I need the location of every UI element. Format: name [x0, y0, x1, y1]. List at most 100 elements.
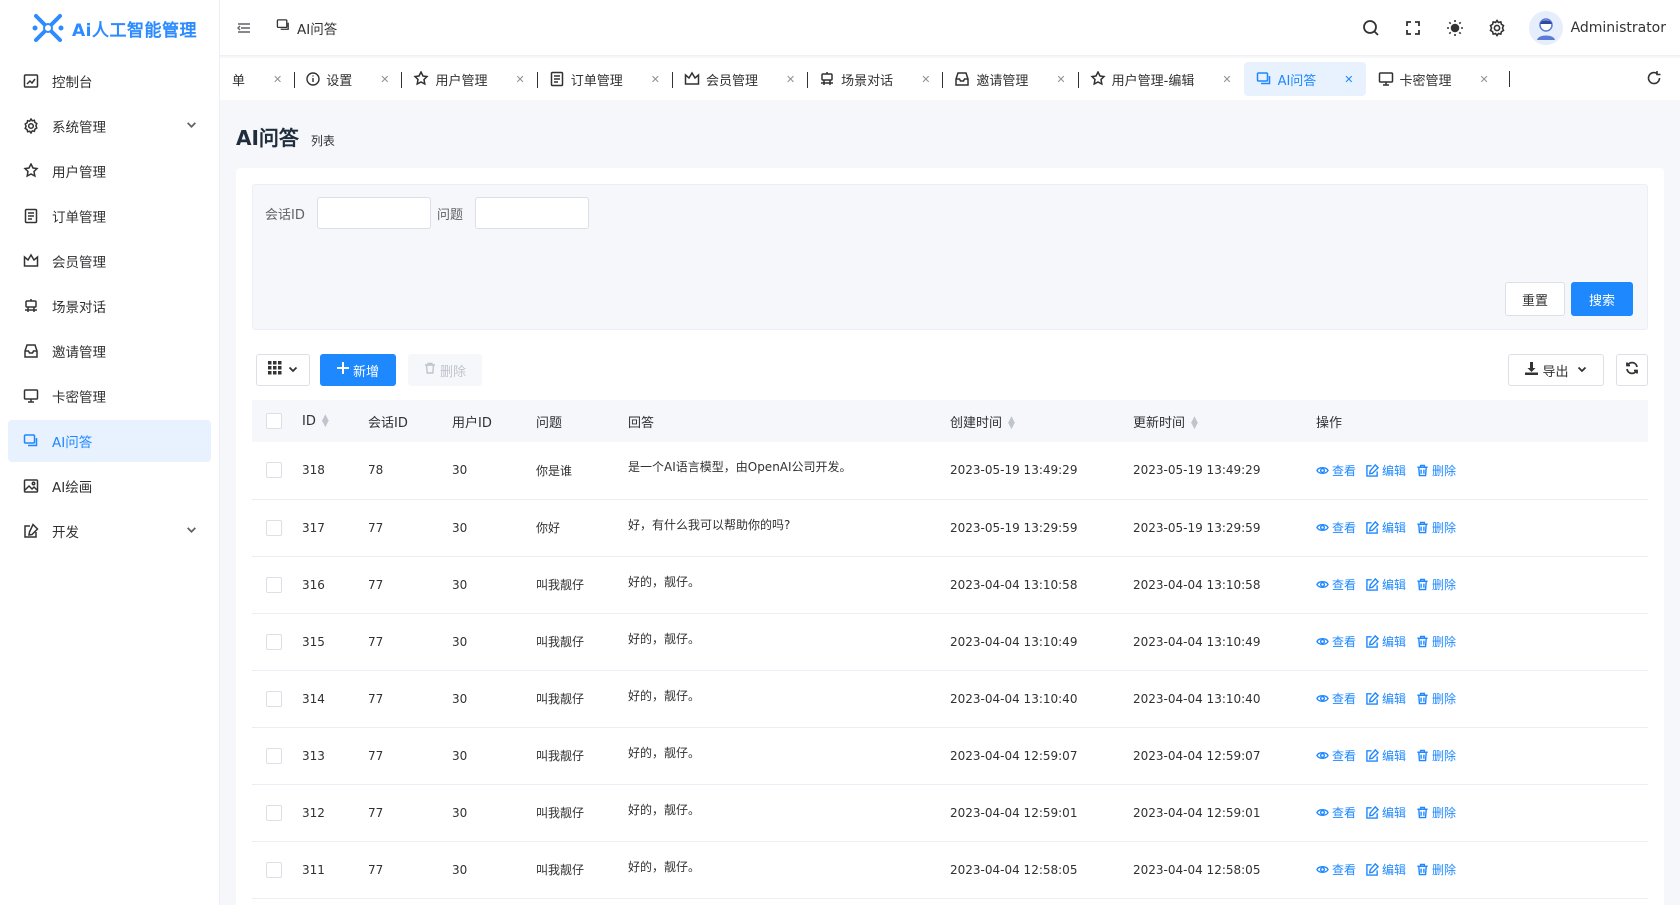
delete-button[interactable]: 删除: [1416, 633, 1456, 650]
tab[interactable]: 邀请管理 ✕: [942, 62, 1077, 96]
theme-sun-icon[interactable]: [1445, 18, 1465, 38]
view-button[interactable]: 查看: [1316, 861, 1356, 878]
row-checkbox[interactable]: [266, 747, 282, 764]
close-icon[interactable]: ✕: [1056, 73, 1065, 86]
cell-session-id: 77: [368, 670, 452, 728]
cell-created: 2023-04-04 12:59:01: [950, 784, 1133, 842]
edit-button[interactable]: 编辑: [1366, 633, 1406, 650]
edit-button[interactable]: 编辑: [1366, 747, 1406, 764]
delete-button[interactable]: 删除: [1416, 690, 1456, 707]
brand[interactable]: Ai人工智能管理: [0, 0, 219, 56]
cell-answer: 好的，靓仔。: [628, 670, 950, 728]
delete-button[interactable]: 删除: [1416, 462, 1456, 479]
cell-actions: 查看 编辑 删除: [1316, 613, 1648, 671]
edit-button[interactable]: 编辑: [1366, 462, 1406, 479]
col-updated[interactable]: 更新时间 ▲ ▼: [1133, 400, 1316, 442]
tab[interactable]: 订单管理 ✕: [536, 62, 672, 96]
view-button[interactable]: 查看: [1316, 804, 1356, 821]
delete-button[interactable]: 删除: [1416, 519, 1456, 536]
cell-actions: 查看 编辑 删除: [1316, 442, 1648, 500]
row-checkbox[interactable]: [266, 576, 282, 593]
delete-button[interactable]: 删除: [1416, 861, 1456, 878]
tab[interactable]: 设置 ✕: [294, 62, 401, 96]
close-icon[interactable]: ✕: [380, 73, 389, 86]
tab[interactable]: AI问答 ✕: [1243, 62, 1366, 96]
row-checkbox[interactable]: [266, 462, 282, 479]
chat-scene-icon: [819, 71, 835, 87]
view-button[interactable]: 查看: [1316, 747, 1356, 764]
search-button[interactable]: 搜索: [1571, 282, 1633, 316]
row-select-cell: [252, 670, 302, 728]
edit-button[interactable]: 编辑: [1366, 861, 1406, 878]
chevron-down-icon: [288, 363, 298, 378]
edit-button[interactable]: 编辑: [1366, 804, 1406, 821]
view-button[interactable]: 查看: [1316, 690, 1356, 707]
row-checkbox[interactable]: [266, 861, 282, 878]
tab[interactable]: 场景对话 ✕: [807, 62, 942, 96]
reset-button[interactable]: 重置: [1505, 282, 1565, 316]
session-id-input[interactable]: [316, 197, 431, 229]
row-checkbox[interactable]: [266, 633, 282, 650]
cell-user-id: 30: [452, 613, 536, 671]
cell-updated: 2023-05-19 13:49:29: [1133, 442, 1316, 500]
close-icon[interactable]: ✕: [1344, 73, 1353, 86]
close-icon[interactable]: ✕: [273, 73, 282, 86]
tab[interactable]: 会员管理 ✕: [671, 62, 807, 96]
add-button[interactable]: 新增: [320, 354, 396, 386]
sidebar-item-ai-qa[interactable]: AI问答: [8, 420, 211, 462]
edit-button[interactable]: 编辑: [1366, 690, 1406, 707]
refresh-table-button[interactable]: [1616, 354, 1648, 386]
close-icon[interactable]: ✕: [921, 73, 930, 86]
delete-button[interactable]: 删除: [1416, 804, 1456, 821]
sidebar-item-orders[interactable]: 订单管理: [8, 195, 211, 237]
col-id[interactable]: ID ▲ ▼: [302, 400, 368, 442]
fullscreen-icon[interactable]: [1403, 18, 1423, 38]
row-checkbox[interactable]: [266, 690, 282, 707]
view-button[interactable]: 查看: [1316, 633, 1356, 650]
sidebar-item-dev[interactable]: 开发: [8, 510, 211, 552]
delete-button[interactable]: 删除: [1416, 576, 1456, 593]
search-icon[interactable]: [1361, 18, 1381, 38]
close-icon[interactable]: ✕: [651, 73, 660, 86]
collapse-menu-icon[interactable]: [234, 18, 254, 38]
sidebar-item-system[interactable]: 系统管理: [8, 105, 211, 147]
close-icon[interactable]: ✕: [1480, 73, 1489, 86]
col-created[interactable]: 创建时间 ▲ ▼: [950, 400, 1133, 442]
sidebar-item-ai-draw[interactable]: AI绘画: [8, 465, 211, 507]
cell-updated: 2023-04-04 13:10:58: [1133, 556, 1316, 614]
tab[interactable]: 用户管理-编辑 ✕: [1077, 62, 1244, 96]
sidebar-item-dashboard[interactable]: 控制台: [8, 60, 211, 102]
sort-icon[interactable]: ▲ ▼: [322, 414, 329, 429]
view-button[interactable]: 查看: [1316, 519, 1356, 536]
refresh-tabs-icon[interactable]: [1644, 68, 1664, 88]
row-checkbox[interactable]: [266, 804, 282, 821]
close-icon[interactable]: ✕: [786, 73, 795, 86]
sort-icon[interactable]: ▲ ▼: [1191, 416, 1198, 431]
cell-user-id: 30: [452, 556, 536, 614]
delete-button[interactable]: 删除: [1416, 747, 1456, 764]
select-all-checkbox[interactable]: [266, 413, 282, 429]
close-icon[interactable]: ✕: [515, 73, 524, 86]
user-menu[interactable]: Administrator: [1528, 11, 1666, 45]
tab[interactable]: 单 ✕: [220, 62, 294, 96]
export-button[interactable]: 导出: [1508, 354, 1604, 386]
edit-button[interactable]: 编辑: [1366, 519, 1406, 536]
view-button[interactable]: 查看: [1316, 462, 1356, 479]
sidebar-item-cards[interactable]: 卡密管理: [8, 375, 211, 417]
sidebar-item-invites[interactable]: 邀请管理: [8, 330, 211, 372]
tab[interactable]: 用户管理 ✕: [401, 62, 536, 96]
row-checkbox[interactable]: [266, 519, 282, 536]
column-toggle-button[interactable]: [256, 354, 310, 386]
sort-icon[interactable]: ▲ ▼: [1008, 416, 1015, 431]
session-id-label: 会话ID: [265, 207, 305, 223]
bulk-delete-button[interactable]: 删除: [408, 354, 482, 386]
edit-button[interactable]: 编辑: [1366, 576, 1406, 593]
question-input[interactable]: [475, 197, 590, 229]
view-button[interactable]: 查看: [1316, 576, 1356, 593]
sidebar-item-scenes[interactable]: 场景对话: [8, 285, 211, 327]
sidebar-item-members[interactable]: 会员管理: [8, 240, 211, 282]
tab[interactable]: 卡密管理 ✕: [1366, 62, 1501, 96]
close-icon[interactable]: ✕: [1222, 73, 1231, 86]
sidebar-item-users[interactable]: 用户管理: [8, 150, 211, 192]
settings-gear-icon[interactable]: [1487, 18, 1507, 38]
